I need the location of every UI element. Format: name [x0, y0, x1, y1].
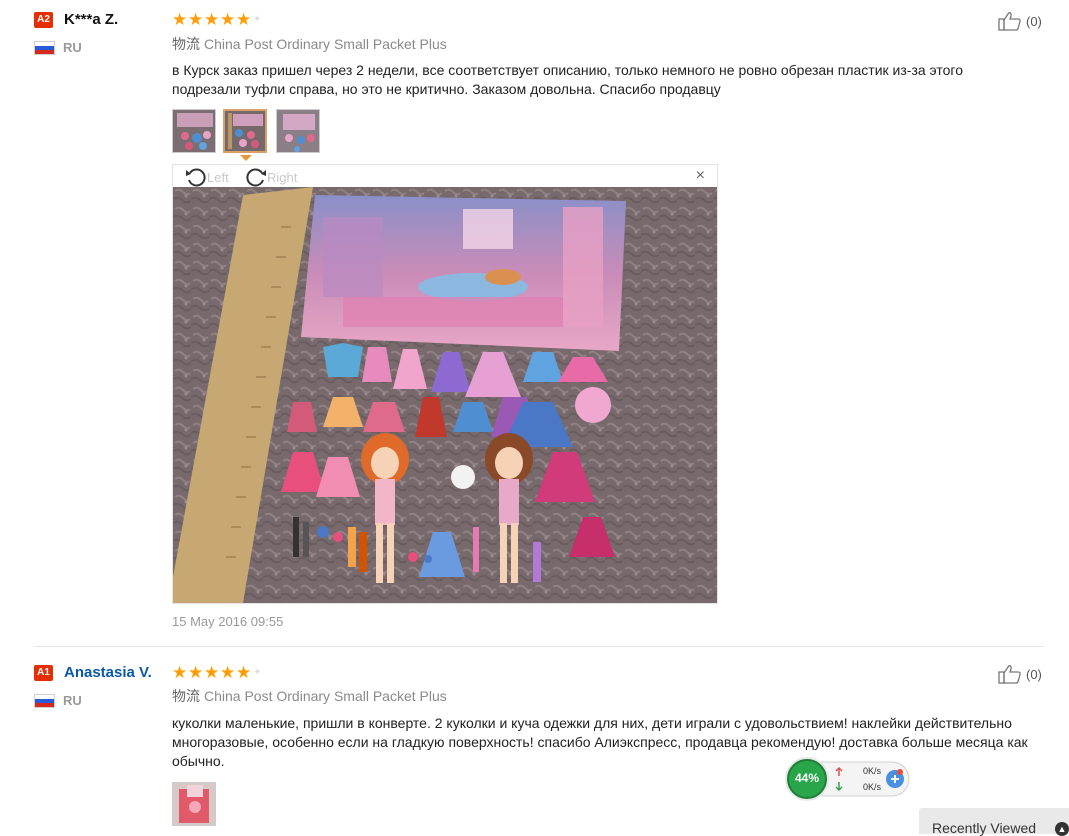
review-text: в Курск заказ пришел через 2 недели, все…	[172, 62, 964, 97]
helpful-count: (0)	[1026, 666, 1042, 682]
rotate-left-label: Left	[207, 169, 229, 185]
thumbs-up-icon	[998, 12, 1021, 31]
star-icon: ★	[236, 663, 252, 682]
star-end-icon: ✦	[253, 667, 262, 678]
photo-thumbnail-image	[173, 783, 215, 825]
shipping-info: 物流 China Post Ordinary Small Packet Plus	[172, 687, 447, 705]
buyer-name: K***a Z.	[64, 11, 119, 28]
rotate-left-icon	[186, 168, 206, 187]
buyer-country: RU	[63, 40, 82, 55]
review-photo-thumbnail[interactable]	[172, 109, 216, 153]
star-icon: ★	[188, 663, 204, 682]
selected-thumbnail-pointer	[240, 155, 252, 161]
photo-viewer-toolbar: Left Right ×	[173, 165, 717, 187]
star-rating: ★ ★ ★ ★ ★ ✦	[172, 11, 261, 28]
rotate-right-label: Right	[267, 169, 298, 185]
helpful-button[interactable]: (0)	[998, 664, 1042, 684]
buyer-name-link[interactable]: Anastasia V.	[64, 664, 152, 682]
star-icon: ★	[204, 663, 220, 682]
russia-flag-icon	[34, 41, 55, 55]
review-item: A2 K***a Z. RU ★ ★ ★ ★ ★ ✦ (0) 物流 China P…	[0, 0, 1069, 648]
rotate-left-button[interactable]: Left	[185, 167, 229, 187]
rotate-right-icon	[246, 168, 266, 187]
shipping-method: China Post Ordinary Small Packet Plus	[204, 36, 447, 52]
review-date: 15 May 2016 09:55	[172, 614, 284, 629]
photo-thumbnail-image	[173, 110, 215, 152]
photo-thumbnail-image	[225, 111, 265, 151]
review-item: A1 Anastasia V. RU ★ ★ ★ ★ ★ ✦ (0) 物流 Chi…	[0, 648, 1069, 834]
upload-speed: 0K/s	[863, 766, 882, 776]
shipping-info: 物流 China Post Ordinary Small Packet Plus	[172, 35, 447, 53]
helpful-button[interactable]: (0)	[998, 11, 1042, 31]
review-photo-image	[173, 187, 717, 603]
shipping-label: 物流	[172, 36, 200, 52]
review-photo-thumbnail[interactable]	[172, 782, 216, 826]
helpful-count: (0)	[1026, 13, 1042, 29]
review-divider	[34, 646, 1044, 647]
review-photo-large	[173, 187, 717, 603]
star-icon: ★	[220, 663, 236, 682]
star-icon: ★	[188, 10, 204, 29]
star-icon: ★	[204, 10, 220, 29]
close-viewer-button[interactable]: ×	[696, 168, 705, 184]
download-speed: 0K/s	[863, 782, 882, 792]
photo-thumbnail-image	[277, 110, 319, 152]
star-icon: ★	[172, 10, 188, 29]
review-photo-thumbnail[interactable]	[276, 109, 320, 153]
star-icon: ★	[236, 10, 252, 29]
recently-viewed-tab[interactable]: Recently Viewed ▲	[919, 808, 1069, 836]
buyer-level-badge: A1	[34, 665, 53, 681]
photo-viewer: Left Right ×	[172, 164, 718, 604]
shipping-label: 物流	[172, 688, 200, 704]
buyer-country: RU	[63, 693, 82, 708]
speed-percent: 44%	[794, 771, 820, 785]
shipping-method: China Post Ordinary Small Packet Plus	[204, 688, 447, 704]
review-photo-thumbnail-selected[interactable]	[223, 109, 267, 153]
rotate-right-button[interactable]: Right	[245, 167, 297, 187]
network-speed-widget[interactable]: 44% 0K/s 0K/s	[783, 756, 911, 802]
thumbs-up-icon	[998, 665, 1021, 684]
star-icon: ★	[172, 663, 188, 682]
buyer-level-badge: A2	[34, 12, 53, 28]
star-end-icon: ✦	[253, 14, 262, 25]
star-icon: ★	[220, 10, 236, 29]
russia-flag-icon	[34, 694, 55, 708]
star-rating: ★ ★ ★ ★ ★ ✦	[172, 664, 261, 681]
